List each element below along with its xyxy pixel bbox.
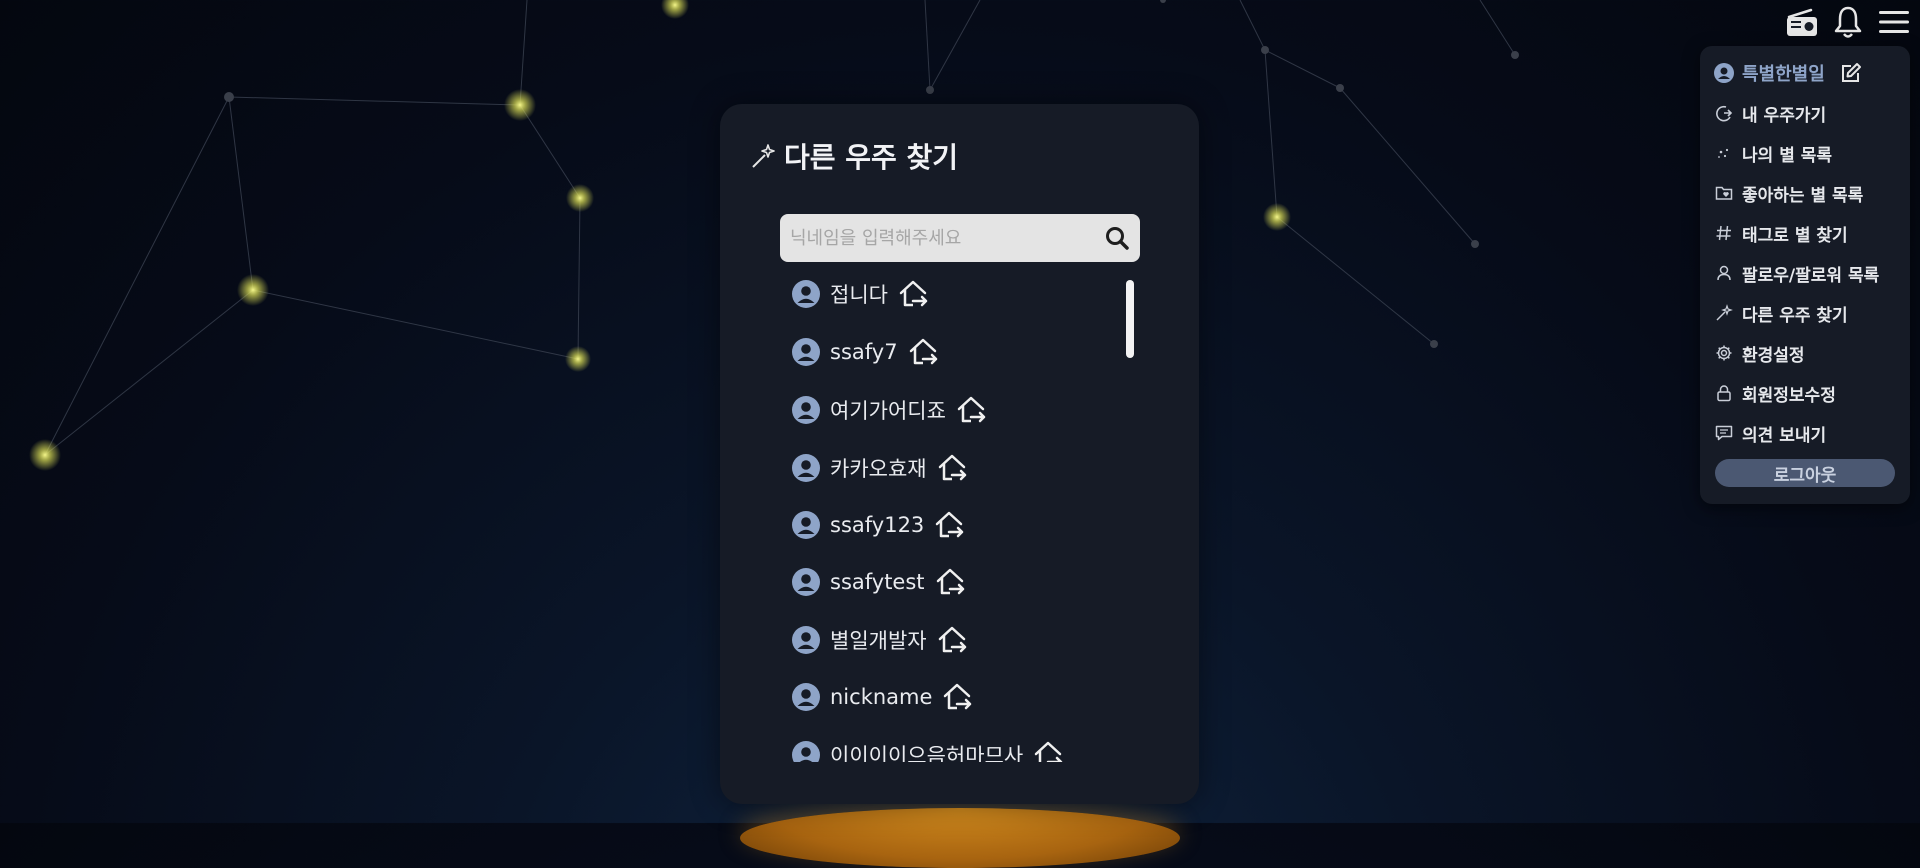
menu-item-settings[interactable]: 환경설정 <box>1700 333 1910 373</box>
menu-profile: 특별한별일 <box>1700 46 1910 86</box>
wand-sparkles-icon <box>752 144 775 168</box>
user-avatar-icon <box>792 454 820 482</box>
user-nickname: 이이이이으음허마므사 <box>830 744 1024 762</box>
user-menu: 특별한별일 내 우주가기 나의 별 목록 좋아하는 별 목록 태그로 별 찾기 … <box>1700 46 1910 504</box>
home-arrow-icon[interactable] <box>954 393 988 427</box>
home-arrow-icon[interactable] <box>933 565 967 599</box>
search-bar <box>780 213 1140 263</box>
message-icon <box>1714 423 1734 443</box>
menu-item-liked-stars[interactable]: 좋아하는 별 목록 <box>1700 173 1910 213</box>
home-arrow-icon[interactable] <box>940 680 974 714</box>
menu-item-tag-search[interactable]: 태그로 별 찾기 <box>1700 213 1910 253</box>
user-row[interactable]: ssafy123 <box>792 505 966 545</box>
planet <box>740 808 1180 868</box>
user-list-scrollbar[interactable] <box>1126 280 1134 358</box>
user-nickname: 여기가어디죠 <box>830 399 946 423</box>
hamburger-menu-icon[interactable] <box>1876 4 1912 40</box>
home-arrow-icon[interactable] <box>935 451 969 485</box>
user-avatar-icon <box>1714 63 1734 83</box>
user-row[interactable]: 별일개발자 <box>792 620 969 660</box>
hash-icon <box>1714 223 1734 243</box>
user-nickname: ssafytest <box>830 570 925 594</box>
user-nickname: 별일개발자 <box>830 629 927 653</box>
user-avatar-icon <box>792 626 820 654</box>
user-avatar-icon <box>792 741 820 762</box>
user-avatar-icon <box>792 338 820 366</box>
user-nickname: ssafy7 <box>830 340 898 364</box>
home-arrow-icon[interactable] <box>906 335 940 369</box>
folder-heart-icon <box>1714 183 1734 203</box>
user-nickname: nickname <box>830 685 933 709</box>
top-icon-bar <box>1784 4 1912 40</box>
home-arrow-icon[interactable] <box>932 508 966 542</box>
logout-button[interactable]: 로그아웃 <box>1715 459 1895 487</box>
moon-arrow-icon <box>1714 103 1734 123</box>
user-avatar-icon <box>792 511 820 539</box>
nickname-search-input[interactable] <box>780 213 1094 263</box>
user-row[interactable]: 여기가어디죠 <box>792 390 988 430</box>
edit-icon[interactable] <box>1839 61 1863 85</box>
user-row[interactable]: 접니다 <box>792 274 930 314</box>
user-list[interactable]: 접니다 ssafy7 여기가어디죠카카오효재 ssafy123 ssafytest 별일개… <box>780 274 1140 762</box>
home-arrow-icon[interactable] <box>1031 738 1065 762</box>
user-avatar-icon <box>792 280 820 308</box>
sparkle-dots-icon <box>1714 143 1734 163</box>
radio-icon[interactable] <box>1784 4 1820 40</box>
menu-list: 내 우주가기 나의 별 목록 좋아하는 별 목록 태그로 별 찾기 팔로우/팔로… <box>1700 93 1910 453</box>
user-avatar-icon <box>792 683 820 711</box>
bell-icon[interactable] <box>1830 4 1866 40</box>
lock-icon <box>1714 383 1734 403</box>
user-avatar-icon <box>792 568 820 596</box>
user-nickname: 접니다 <box>830 283 888 307</box>
panel-title: 다른 우주 찾기 <box>750 136 958 176</box>
user-row[interactable]: ssafy7 <box>792 332 940 372</box>
menu-username: 특별한별일 <box>1742 64 1825 85</box>
user-avatar-icon <box>792 396 820 424</box>
menu-item-find-universe[interactable]: 다른 우주 찾기 <box>1700 293 1910 333</box>
menu-item-feedback[interactable]: 의견 보내기 <box>1700 413 1910 453</box>
menu-item-my-stars[interactable]: 나의 별 목록 <box>1700 133 1910 173</box>
user-row[interactable]: ssafytest <box>792 562 967 602</box>
home-arrow-icon[interactable] <box>896 277 930 311</box>
wand-sparkles-icon <box>1714 303 1734 323</box>
user-nickname: 카카오효재 <box>830 457 927 481</box>
find-universe-panel: 다른 우주 찾기 접니다 ssafy7 여기가어디죠카카오효재 ssafy123 ssa… <box>720 104 1199 804</box>
home-arrow-icon[interactable] <box>935 623 969 657</box>
user-row[interactable]: nickname <box>792 677 974 717</box>
user-row[interactable]: 이이이이으음허마므사 <box>792 735 1065 762</box>
panel-title-text: 다른 우주 찾기 <box>784 141 959 174</box>
user-row[interactable]: 카카오효재 <box>792 448 969 488</box>
gear-icon <box>1714 343 1734 363</box>
menu-item-my-universe[interactable]: 내 우주가기 <box>1700 93 1910 133</box>
search-icon[interactable] <box>1094 215 1140 261</box>
user-icon <box>1714 263 1734 283</box>
user-nickname: ssafy123 <box>830 513 925 537</box>
menu-item-edit-profile[interactable]: 회원정보수정 <box>1700 373 1910 413</box>
menu-item-follow-list[interactable]: 팔로우/팔로워 목록 <box>1700 253 1910 293</box>
